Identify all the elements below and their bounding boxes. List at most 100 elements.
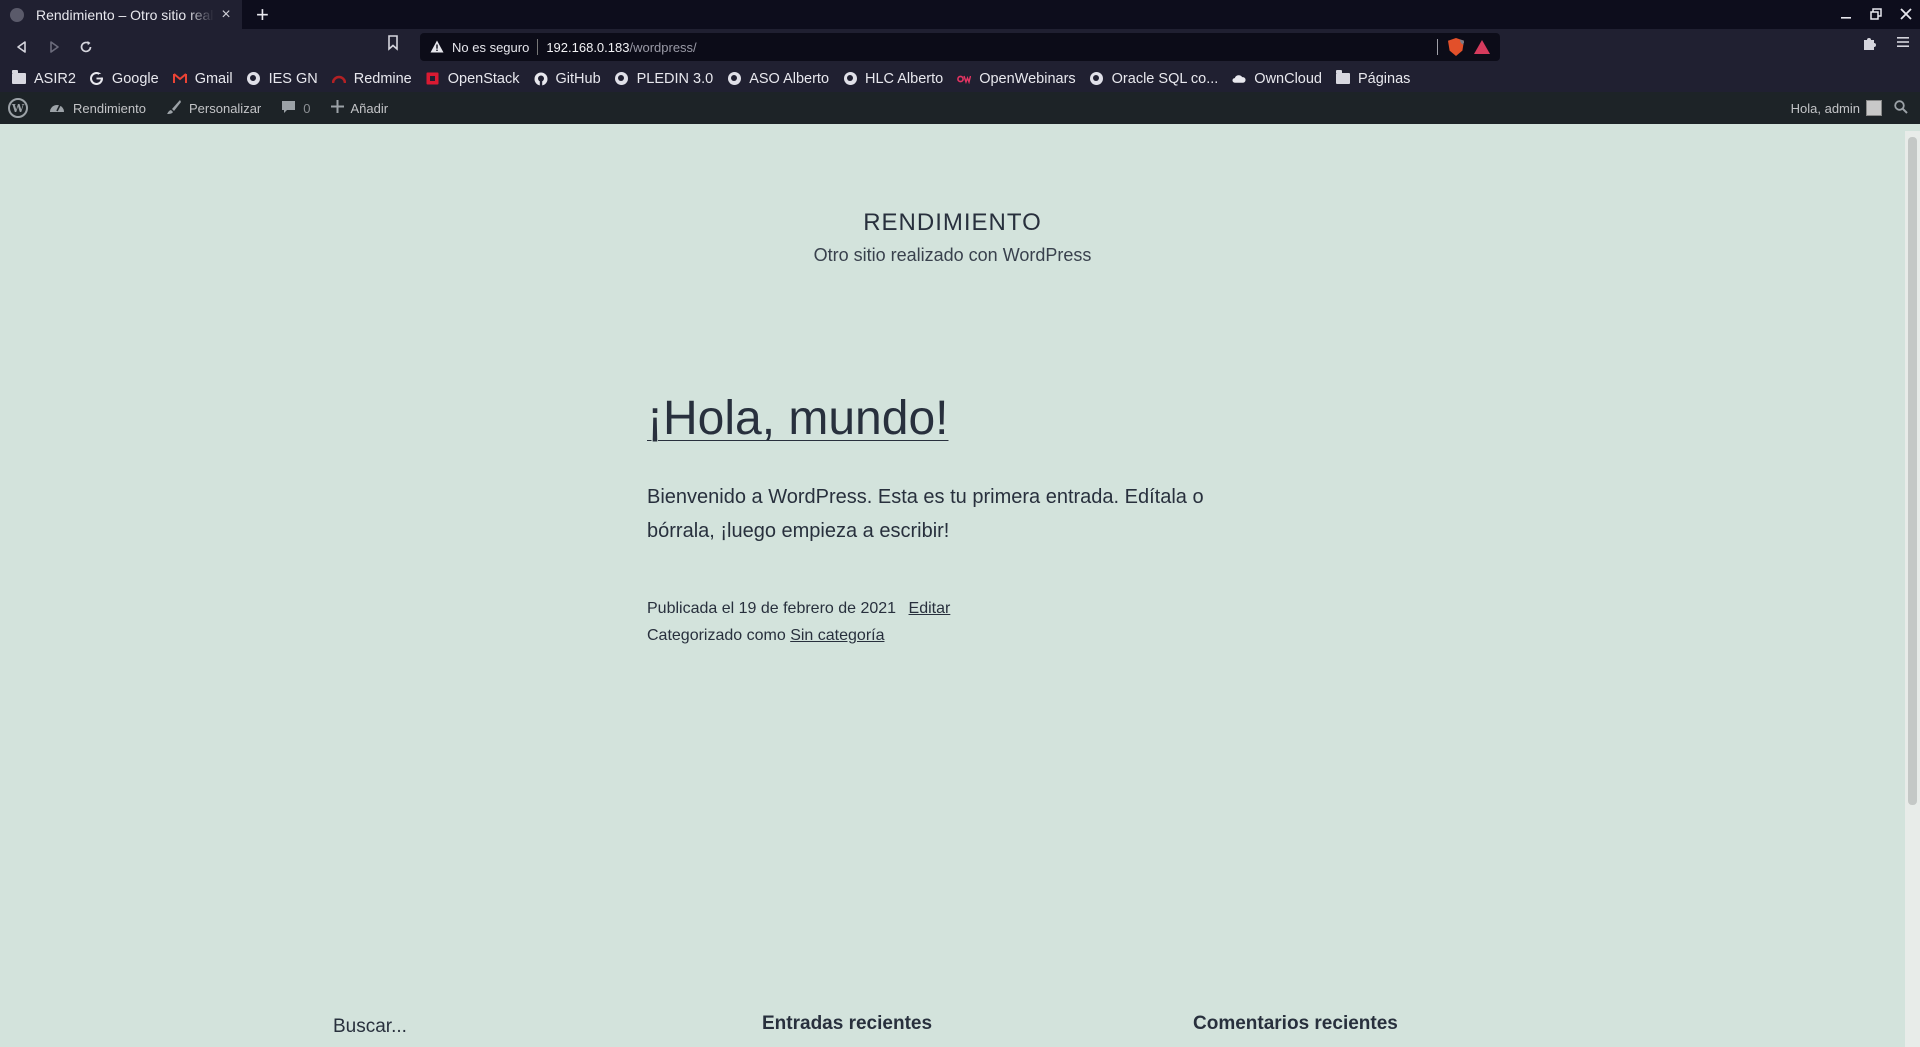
bookmark-oracle-sql[interactable]: Oracle SQL co... xyxy=(1090,70,1219,87)
bookmark-page-icon[interactable] xyxy=(386,35,400,56)
browser-toolbar: No es seguro 192.168.0.183 /wordpress/ 1 xyxy=(0,29,1920,65)
admin-add-new[interactable]: Añadir xyxy=(321,92,399,124)
bookmarks-bar: ASIR2 Google Gmail IES GN Redmine OpenSt… xyxy=(0,65,1920,92)
bookmark-label: HLC Alberto xyxy=(865,70,944,87)
wp-admin-bar: W Rendimiento Personalizar 0 Añadir Hola… xyxy=(0,92,1920,124)
bookmark-pledin[interactable]: PLEDIN 3.0 xyxy=(615,70,714,87)
brave-shields-icon[interactable]: 1 xyxy=(1448,38,1464,56)
bookmark-label: ASIR2 xyxy=(34,70,76,87)
bookmark-label: Oracle SQL co... xyxy=(1111,70,1219,87)
recent-posts-heading: Entradas recientes xyxy=(762,1013,933,1034)
edit-post-link[interactable]: Editar xyxy=(909,600,951,617)
add-new-label: Añadir xyxy=(350,100,389,116)
bookmark-openstack[interactable]: OpenStack xyxy=(426,71,520,87)
bookmark-gmail[interactable]: Gmail xyxy=(172,71,233,87)
page-scrollbar[interactable] xyxy=(1905,131,1920,1047)
back-button[interactable] xyxy=(6,31,38,63)
admin-comments[interactable]: 0 xyxy=(271,92,320,124)
bookmark-label: Google xyxy=(111,70,159,87)
brush-icon xyxy=(166,99,182,118)
site-name-label: Rendimiento xyxy=(73,100,146,116)
wp-logo-menu[interactable]: W xyxy=(0,92,38,124)
page-content: RENDIMIENTO Otro sitio realizado con Wor… xyxy=(0,131,1905,1047)
bookmark-label: PLEDIN 3.0 xyxy=(636,70,714,87)
admin-site-name[interactable]: Rendimiento xyxy=(38,92,156,124)
minimize-icon[interactable] xyxy=(1840,7,1852,23)
openwebinars-icon xyxy=(957,72,972,86)
customize-label: Personalizar xyxy=(189,100,262,116)
bookmark-label: Páginas xyxy=(1358,70,1411,87)
bookmark-label: OwnCloud xyxy=(1254,70,1322,87)
plus-icon xyxy=(330,100,344,116)
restore-icon[interactable] xyxy=(1870,7,1882,23)
post-meta-published: Publicada el 19 de febrero de 2021 Edita… xyxy=(647,600,950,618)
url-path: /wordpress/ xyxy=(629,39,697,55)
security-label[interactable]: No es seguro xyxy=(452,40,529,55)
admin-search[interactable] xyxy=(1890,92,1920,124)
post-meta-category: Categorizado como Sin categoría xyxy=(647,627,884,645)
admin-account-menu[interactable]: Hola, admin xyxy=(1781,92,1890,124)
not-secure-warning-icon[interactable] xyxy=(430,40,444,54)
forward-button[interactable] xyxy=(38,31,70,63)
globe-icon xyxy=(843,72,857,86)
bookmark-ies-gn[interactable]: IES GN xyxy=(247,71,318,87)
globe-icon xyxy=(247,72,261,86)
comment-bubble-icon xyxy=(281,100,296,117)
tab-title: Rendimiento – Otro sitio realizado con W… xyxy=(36,6,214,23)
new-tab-button[interactable]: + xyxy=(256,4,269,26)
wordpress-logo-icon: W xyxy=(8,98,28,118)
address-bar[interactable]: No es seguro 192.168.0.183 /wordpress/ 1 xyxy=(420,33,1500,61)
bookmark-owncloud[interactable]: OwnCloud xyxy=(1232,71,1322,87)
tab-close-icon[interactable]: × xyxy=(218,6,234,24)
scrollbar-thumb[interactable] xyxy=(1908,137,1917,805)
categorized-prefix: Categorizado como xyxy=(647,627,786,644)
reload-button[interactable] xyxy=(70,31,102,63)
site-favicon-icon xyxy=(10,7,24,22)
folder-icon xyxy=(1336,70,1350,86)
bookmark-aso-alberto[interactable]: ASO Alberto xyxy=(727,71,829,87)
github-icon xyxy=(534,72,548,86)
menu-hamburger-icon[interactable] xyxy=(1896,35,1910,56)
admin-bar-secondary: Hola, admin xyxy=(1781,92,1920,124)
site-description: Otro sitio realizado con WordPress xyxy=(813,245,1092,265)
extensions-puzzle-icon[interactable] xyxy=(1862,35,1878,56)
post-title[interactable]: ¡Hola, mundo! xyxy=(647,391,948,446)
redmine-icon xyxy=(331,72,346,86)
globe-icon xyxy=(1090,72,1104,86)
globe-icon xyxy=(727,72,741,86)
bookmark-paginas[interactable]: Páginas xyxy=(1336,70,1411,87)
openstack-icon xyxy=(426,72,440,86)
browser-tab[interactable]: Rendimiento – Otro sitio realizado con W… xyxy=(0,0,242,29)
cloud-icon xyxy=(1232,72,1246,86)
browser-window: Rendimiento – Otro sitio realizado con W… xyxy=(0,0,1920,1047)
avatar xyxy=(1866,100,1882,116)
globe-icon xyxy=(615,72,629,86)
bookmark-google[interactable]: Google xyxy=(90,71,159,87)
bookmark-openwebinars[interactable]: OpenWebinars xyxy=(957,70,1076,87)
url-host: 192.168.0.183 xyxy=(546,39,630,55)
bookmark-github[interactable]: GitHub xyxy=(534,71,601,87)
bookmark-hlc-alberto[interactable]: HLC Alberto xyxy=(843,71,943,87)
site-title[interactable]: RENDIMIENTO xyxy=(0,209,1905,237)
address-divider xyxy=(1437,39,1438,55)
search-input[interactable]: Buscar... xyxy=(333,1016,407,1038)
admin-customize[interactable]: Personalizar xyxy=(156,92,271,124)
bookmark-label: OpenWebinars xyxy=(979,70,1076,87)
bookmark-asir2[interactable]: ASIR2 xyxy=(12,70,76,87)
category-link[interactable]: Sin categoría xyxy=(790,627,884,644)
brave-rewards-icon[interactable] xyxy=(1474,40,1490,54)
shields-count-badge: 1 xyxy=(1460,38,1464,45)
bookmark-label: GitHub xyxy=(555,70,601,87)
post-content: Bienvenido a WordPress. Esta es tu prime… xyxy=(647,486,1204,542)
greeting-label: Hola, admin xyxy=(1790,100,1860,116)
gmail-icon xyxy=(172,72,187,86)
folder-icon xyxy=(12,70,26,86)
google-icon xyxy=(90,72,104,86)
bookmark-label: ASO Alberto xyxy=(749,70,830,87)
bookmark-redmine[interactable]: Redmine xyxy=(331,71,412,87)
address-separator xyxy=(537,39,539,55)
address-bar-actions: 1 xyxy=(1437,38,1490,56)
close-window-icon[interactable] xyxy=(1900,7,1912,23)
dashboard-gauge-icon xyxy=(48,100,66,117)
bookmark-label: IES GN xyxy=(268,70,318,87)
